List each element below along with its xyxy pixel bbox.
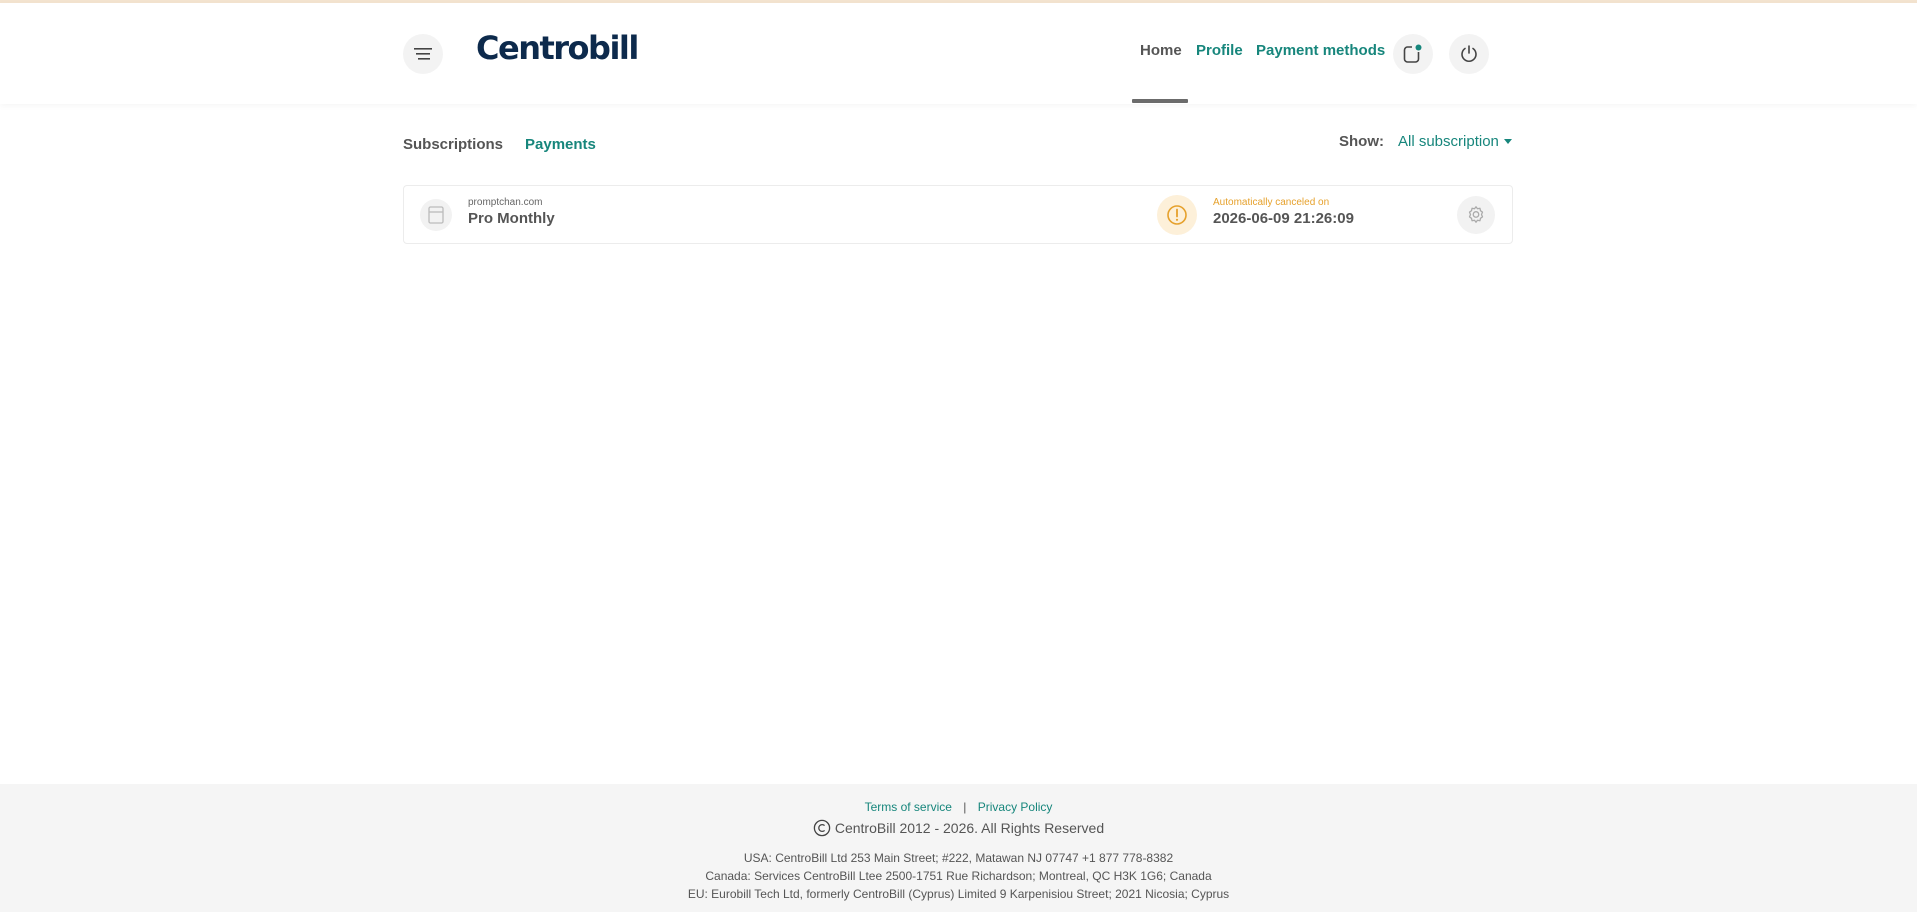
subscription-icon (420, 199, 452, 231)
caret-down-icon (1503, 139, 1512, 144)
logout-button[interactable] (1449, 34, 1489, 74)
address-eu: EU: Eurobill Tech Ltd, formerly CentroBi… (687, 887, 1230, 901)
plan-name: Pro Monthly (468, 210, 555, 227)
menu-button[interactable] (403, 34, 443, 74)
notifications-button[interactable] (1393, 34, 1433, 74)
subscription-settings-button[interactable] (1457, 196, 1495, 234)
notification-icon (1403, 44, 1422, 63)
nav-payment-methods[interactable]: Payment methods (1256, 42, 1385, 59)
filter-label: Show: (1339, 133, 1384, 150)
site-footer: Terms of service | Privacy Policy Centro… (0, 784, 1917, 912)
nav-profile[interactable]: Profile (1196, 42, 1243, 59)
nav-home[interactable]: Home (1140, 42, 1182, 59)
terms-of-service-link[interactable]: Terms of service (865, 800, 952, 814)
card-icon (428, 206, 444, 224)
site-header: Centrobill Home Profile Payment methods (0, 3, 1917, 104)
copyright-text: CentroBill 2012 - 2026. All Rights Reser… (834, 820, 1105, 836)
active-nav-indicator (1132, 99, 1188, 103)
status-date: 2026-06-09 21:26:09 (1213, 210, 1354, 227)
gear-icon (1468, 206, 1484, 223)
status-label: Automatically canceled on (1213, 197, 1330, 208)
subscription-row[interactable]: promptchan.com Pro Monthly Automatically… (403, 185, 1513, 244)
footer-separator: | (963, 800, 967, 814)
copyright-icon (813, 819, 831, 837)
filter-selected-value: All subscription (1398, 133, 1499, 150)
tab-payments[interactable]: Payments (525, 136, 596, 153)
address-usa: USA: CentroBill Ltd 253 Main Street; #22… (743, 851, 1174, 865)
status-icon (1157, 195, 1197, 235)
privacy-policy-link[interactable]: Privacy Policy (978, 800, 1053, 814)
merchant-name: promptchan.com (468, 197, 543, 208)
centrobill-logo[interactable]: Centrobill (476, 29, 639, 67)
power-icon (1461, 45, 1477, 62)
tab-subscriptions[interactable]: Subscriptions (403, 136, 503, 153)
copyright: CentroBill 2012 - 2026. All Rights Reser… (0, 819, 1917, 837)
subscription-filter-dropdown[interactable]: All subscription (1398, 133, 1512, 150)
hamburger-icon (414, 48, 432, 60)
alert-icon (1167, 205, 1187, 225)
footer-links: Terms of service | Privacy Policy (0, 800, 1917, 814)
address-canada: Canada: Services CentroBill Ltee 2500-17… (705, 869, 1212, 883)
